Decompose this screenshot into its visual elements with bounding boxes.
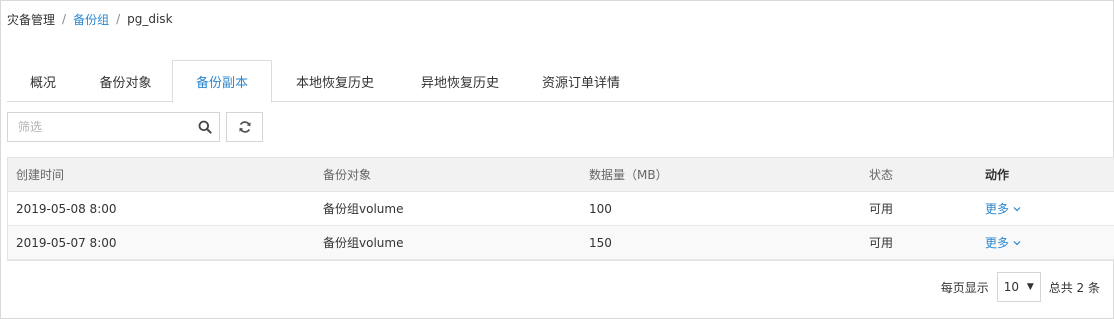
cell-created-time: 2019-05-08 8:00	[16, 202, 117, 216]
caret-down-icon: ▼	[1026, 282, 1034, 292]
cell-data-size: 150	[589, 236, 612, 250]
column-header-data-size: 数据量（MB）	[589, 168, 668, 182]
tab-local-restore-history[interactable]: 本地恢复历史	[272, 60, 398, 102]
more-actions-label: 更多	[985, 202, 1010, 216]
page-size-value: 10	[1003, 280, 1020, 294]
table-row: 2019-05-08 8:00 备份组volume 100 可用 更多	[8, 192, 1114, 226]
cell-backup-object: 备份组volume	[323, 202, 404, 216]
breadcrumb-disaster-recovery[interactable]: 灾备管理	[7, 11, 55, 28]
breadcrumb-backup-group[interactable]: 备份组	[73, 11, 109, 28]
tab-resource-order-details[interactable]: 资源订单详情	[522, 60, 640, 102]
more-actions-dropdown[interactable]: 更多	[985, 226, 1021, 260]
column-header-status: 状态	[869, 168, 894, 182]
breadcrumb: 灾备管理 / 备份组 / pg_disk	[7, 11, 173, 27]
tab-backup-copies[interactable]: 备份副本	[172, 60, 272, 103]
search-icon[interactable]	[191, 113, 219, 141]
breadcrumb-separator: /	[116, 12, 121, 26]
tab-bar: 概况 备份对象 备份副本 本地恢复历史 异地恢复历史 资源订单详情	[7, 60, 1114, 103]
tab-overview[interactable]: 概况	[7, 60, 79, 102]
more-actions-label: 更多	[985, 236, 1010, 250]
refresh-icon	[238, 120, 252, 134]
breadcrumb-separator: /	[62, 12, 67, 26]
cell-created-time: 2019-05-07 8:00	[16, 236, 117, 250]
pagination: 每页显示 10 ▼ 总共 2 条	[941, 272, 1100, 302]
total-count: 总共 2 条	[1048, 280, 1100, 295]
more-actions-dropdown[interactable]: 更多	[985, 192, 1021, 226]
table-header: 创建时间 备份对象 数据量（MB） 状态 动作	[8, 158, 1114, 192]
per-page-label: 每页显示	[940, 280, 989, 295]
cell-status: 可用	[869, 202, 894, 216]
filter-input[interactable]	[8, 113, 191, 141]
cell-data-size: 100	[589, 202, 612, 216]
backup-copies-table: 创建时间 备份对象 数据量（MB） 状态 动作 2019-05-08 8:00 …	[7, 157, 1114, 261]
refresh-button[interactable]	[226, 112, 263, 142]
chevron-down-icon	[1013, 206, 1021, 212]
cell-backup-object: 备份组volume	[323, 236, 404, 250]
column-header-created-time: 创建时间	[16, 168, 65, 182]
cell-status: 可用	[869, 236, 894, 250]
chevron-down-icon	[1013, 240, 1021, 246]
column-header-backup-object: 备份对象	[323, 168, 372, 182]
table-row: 2019-05-07 8:00 备份组volume 150 可用 更多	[8, 226, 1114, 260]
filter-box	[7, 112, 220, 142]
tab-backup-objects[interactable]: 备份对象	[79, 60, 172, 102]
page-size-select[interactable]: 10 ▼	[996, 272, 1041, 302]
breadcrumb-current: pg_disk	[127, 12, 173, 26]
tab-remote-restore-history[interactable]: 异地恢复历史	[398, 60, 522, 102]
column-header-action: 动作	[985, 168, 1010, 182]
